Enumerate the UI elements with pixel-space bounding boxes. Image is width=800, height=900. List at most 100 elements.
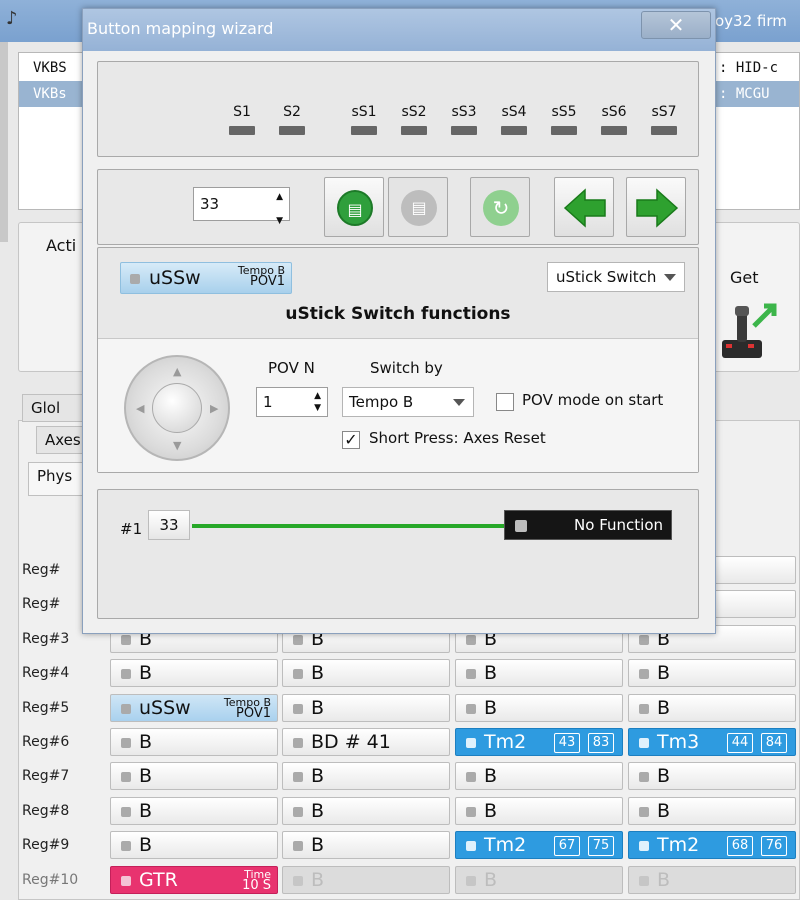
copy-icon: ▤	[337, 190, 373, 226]
shift-indicator-label: sS4	[501, 104, 527, 120]
app-title: oy32 firm	[715, 12, 787, 30]
chevron-down-icon	[453, 399, 465, 406]
status-indicator	[121, 738, 131, 748]
register-cell[interactable]: B	[455, 659, 623, 687]
register-cell[interactable]: uSSw Tempo B POV1	[110, 694, 278, 722]
previous-button[interactable]	[554, 177, 614, 237]
register-cell[interactable]: B	[110, 659, 278, 687]
register-cell[interactable]: GTR Time 10 S	[110, 866, 278, 894]
register-cell[interactable]: B	[628, 659, 796, 687]
register-cell[interactable]: B	[282, 762, 450, 790]
switch-by-value: Tempo B	[349, 393, 414, 411]
hat-up-icon: ▲	[173, 365, 182, 378]
register-cell[interactable]: B	[628, 797, 796, 825]
next-button[interactable]	[626, 177, 686, 237]
register-cell[interactable]: B	[455, 866, 623, 894]
status-indicator	[121, 704, 131, 714]
timer-badge: 68	[727, 836, 753, 856]
register-cell[interactable]: B	[628, 694, 796, 722]
register-cell[interactable]: Tm2 43 83	[455, 728, 623, 756]
indicator-light	[401, 126, 427, 135]
shift-indicator: sS6	[596, 104, 632, 135]
close-button[interactable]: ✕	[641, 11, 711, 39]
register-cell[interactable]: B	[110, 831, 278, 859]
pov-mode-checkbox[interactable]	[496, 393, 514, 411]
cell-label: B	[484, 800, 498, 822]
status-indicator	[121, 807, 131, 817]
short-press-checkbox[interactable]: ✓	[342, 431, 360, 449]
pov-mode-label: POV mode on start	[522, 391, 664, 409]
register-cell[interactable]: B	[110, 728, 278, 756]
shift-indicators: S1 S2 sS1 sS2 sS3 sS4 sS5 sS6 sS7	[97, 61, 699, 157]
register-cell[interactable]: BD # 41	[282, 728, 450, 756]
cell-label: BD # 41	[311, 731, 391, 753]
function-select[interactable]: uStick Switch	[547, 262, 685, 292]
cell-label: B	[484, 662, 498, 684]
status-indicator	[130, 274, 140, 284]
status-indicator	[466, 841, 476, 851]
spinner-arrows-icon[interactable]: ▲ ▼	[314, 390, 321, 414]
register-label: Reg#10	[22, 872, 79, 888]
switch-by-select[interactable]: Tempo B	[342, 387, 474, 417]
shift-indicator-label: S2	[283, 104, 301, 120]
cell-label: B	[311, 697, 325, 719]
register-cell[interactable]: B	[282, 797, 450, 825]
register-cell[interactable]: Tm3 44 84	[628, 728, 796, 756]
register-cell[interactable]: B	[628, 866, 796, 894]
reset-button[interactable]: ↻	[470, 177, 530, 237]
register-cell[interactable]: B	[282, 831, 450, 859]
mapping-label: uSSw	[149, 267, 201, 289]
register-cell[interactable]: B	[455, 797, 623, 825]
copy-button[interactable]: ▤	[324, 177, 384, 237]
register-cell[interactable]: B	[110, 797, 278, 825]
timer-badge: 75	[588, 836, 614, 856]
cell-label: B	[484, 765, 498, 787]
register-label: Reg#8	[22, 803, 70, 819]
register-label: Reg#7	[22, 768, 70, 784]
cell-label: B	[484, 869, 498, 891]
device-info: : MCGU	[719, 86, 770, 102]
status-indicator	[293, 807, 303, 817]
output-button-number[interactable]: 33	[148, 510, 190, 540]
button-number-spinner[interactable]: 33 ▲ ▼	[193, 187, 290, 226]
paste-button[interactable]: ▤	[388, 177, 448, 237]
register-cell[interactable]: B	[282, 659, 450, 687]
register-cell[interactable]: B	[455, 762, 623, 790]
status-indicator	[121, 669, 131, 679]
function-title: uStick Switch functions	[285, 304, 511, 324]
status-indicator	[121, 635, 131, 645]
mapping-button[interactable]: uSSw Tempo B POV1	[120, 262, 292, 294]
spinner-arrows-icon[interactable]: ▲ ▼	[276, 191, 283, 227]
cell-label: B	[657, 697, 671, 719]
joystick-icon[interactable]	[718, 300, 780, 362]
indicator-light	[351, 126, 377, 135]
status-indicator	[639, 807, 649, 817]
shift-indicator-label: sS5	[551, 104, 577, 120]
indicator-light	[229, 126, 255, 135]
status-indicator	[639, 841, 649, 851]
register-label: Reg#5	[22, 700, 70, 716]
shift-indicator-label: sS1	[351, 104, 377, 120]
chevron-down-icon	[664, 274, 676, 281]
cell-label: B	[657, 662, 671, 684]
register-cell[interactable]: B	[110, 762, 278, 790]
pov-number-spinner[interactable]: 1 ▲ ▼	[256, 387, 328, 417]
status-indicator	[293, 704, 303, 714]
hat-right-icon: ▶	[210, 402, 219, 415]
register-cell[interactable]: B	[628, 762, 796, 790]
left-edge	[0, 42, 8, 242]
status-indicator	[466, 669, 476, 679]
register-cell[interactable]: Tm2 68 76	[628, 831, 796, 859]
status-indicator	[466, 704, 476, 714]
device-info: : HID-c	[719, 60, 779, 76]
register-cell[interactable]: B	[282, 694, 450, 722]
cell-label: B	[657, 800, 671, 822]
register-cell[interactable]: B	[282, 866, 450, 894]
status-indicator	[121, 876, 131, 886]
status-indicator	[639, 704, 649, 714]
register-cell[interactable]: B	[455, 694, 623, 722]
output-function-button[interactable]: No Function	[504, 510, 672, 540]
timer-badge: 76	[761, 836, 787, 856]
register-cell[interactable]: Tm2 67 75	[455, 831, 623, 859]
indicator-light	[501, 126, 527, 135]
